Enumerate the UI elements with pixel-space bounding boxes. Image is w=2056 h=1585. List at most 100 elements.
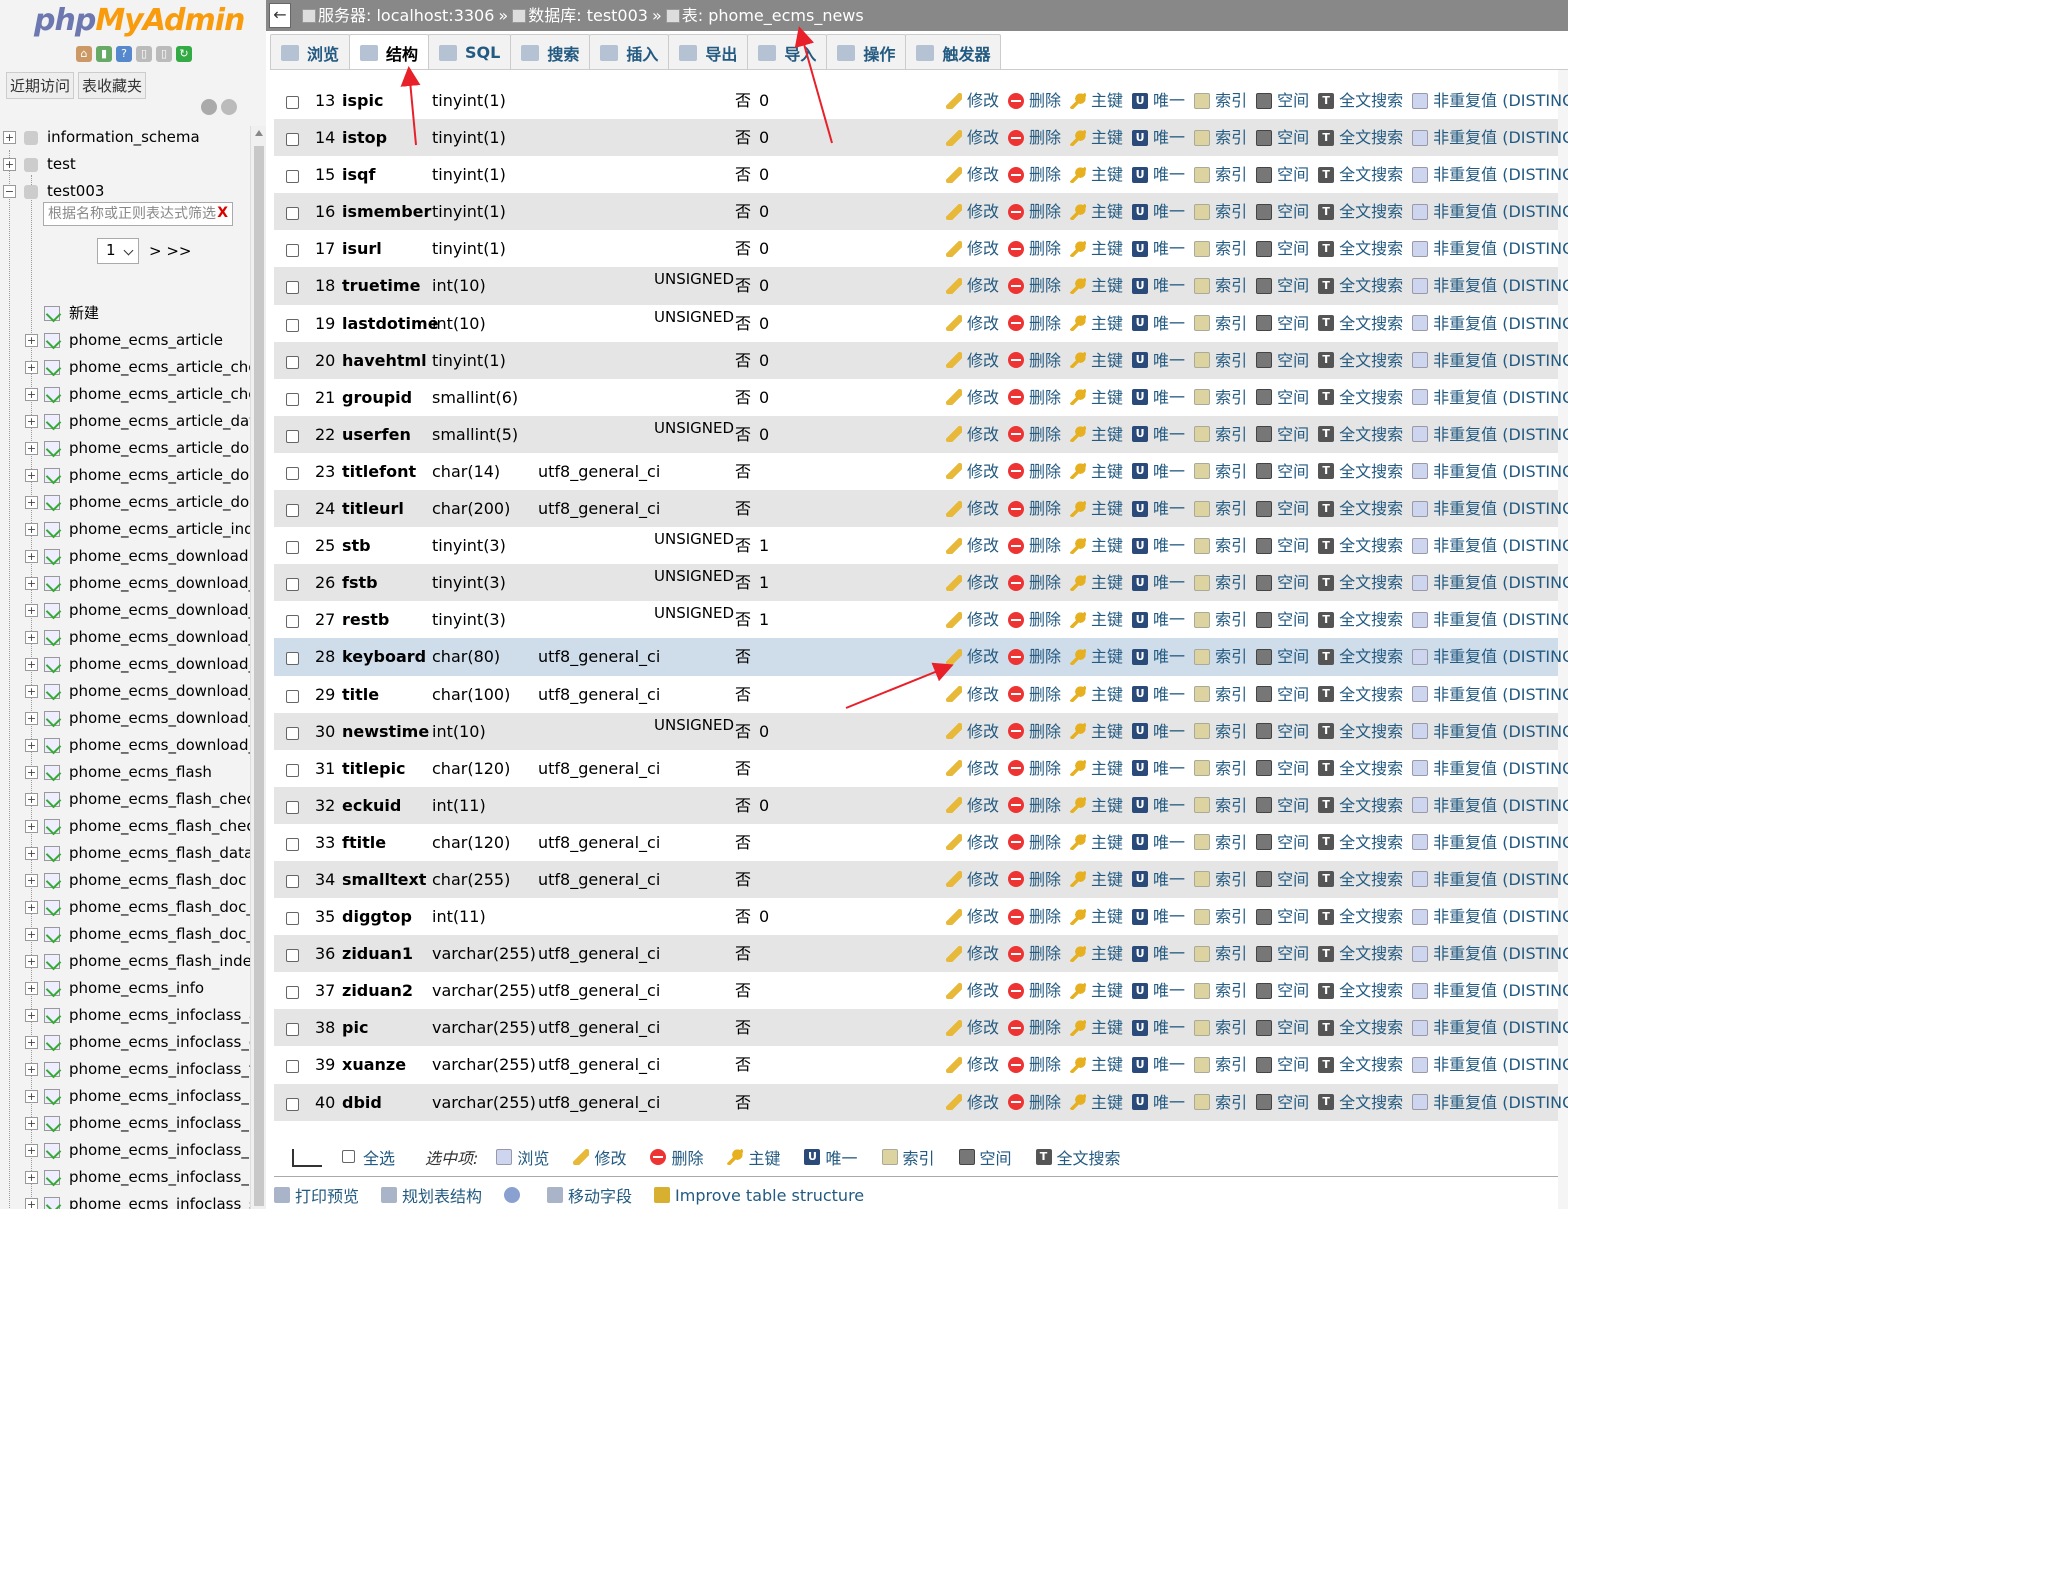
spatial-action[interactable]: 空间 [1256, 267, 1309, 304]
drop-action[interactable]: 删除 [1008, 824, 1061, 861]
propose-structure-link[interactable]: 规划表结构 [381, 1183, 482, 1207]
sidebar-table-name[interactable]: phome_ecms_flash_doc_i [69, 921, 250, 948]
distinct-action[interactable]: 非重复值 (DISTINCT) [1412, 898, 1568, 935]
edit-action[interactable]: 修改 [946, 119, 999, 156]
row-checkbox[interactable] [286, 986, 299, 1000]
row-checkbox[interactable] [286, 874, 299, 888]
distinct-action[interactable]: 非重复值 (DISTINCT) [1412, 527, 1568, 564]
unique-action[interactable]: U 唯一 [1132, 193, 1185, 230]
table-icon[interactable] [44, 576, 60, 591]
edit-action[interactable]: 修改 [946, 193, 999, 230]
settings-icon[interactable]: ▯ [156, 46, 172, 62]
sidebar-table-name[interactable]: phome_ecms_flash_doc_ [69, 894, 250, 921]
bulk-browse[interactable]: 浏览 [496, 1145, 549, 1169]
expand-icon[interactable]: + [25, 685, 38, 698]
unique-action[interactable]: U 唯一 [1132, 342, 1185, 379]
new-table-node[interactable]: 新建 [0, 300, 250, 327]
table-icon[interactable] [44, 711, 60, 726]
table-icon[interactable] [44, 927, 60, 942]
edit-action[interactable]: 修改 [946, 82, 999, 119]
primary-action[interactable]: 主键 [1070, 824, 1123, 861]
drop-action[interactable]: 删除 [1008, 638, 1061, 675]
fulltext-action[interactable]: T 全文搜索 [1318, 453, 1403, 490]
row-checkbox[interactable] [286, 207, 299, 221]
table-filter-input[interactable]: 根据名称或正则表达式筛选 X [43, 202, 233, 226]
sidebar-table-node[interactable]: + phome_ecms_download_ [0, 705, 250, 732]
sidebar-table-name[interactable]: phome_ecms_infoclass_ir [69, 1083, 250, 1110]
sidebar-table-name[interactable]: phome_ecms_infoclass_n [69, 1110, 250, 1137]
index-action[interactable]: 索引 [1194, 713, 1247, 750]
spatial-action[interactable]: 空间 [1256, 935, 1309, 972]
drop-action[interactable]: 删除 [1008, 156, 1061, 193]
expand-icon[interactable]: + [25, 1063, 38, 1076]
sidebar-table-name[interactable]: phome_ecms_infoclass_a [69, 1002, 250, 1029]
drop-action[interactable]: 删除 [1008, 267, 1061, 304]
sidebar-table-node[interactable]: + phome_ecms_flash [0, 759, 250, 786]
spatial-action[interactable]: 空间 [1256, 861, 1309, 898]
index-action[interactable]: 索引 [1194, 119, 1247, 156]
table-icon[interactable] [44, 603, 60, 618]
expand-icon[interactable]: + [25, 1036, 38, 1049]
fulltext-action[interactable]: T 全文搜索 [1318, 601, 1403, 638]
tab-sql[interactable]: SQL [428, 34, 512, 70]
fulltext-action[interactable]: T 全文搜索 [1318, 713, 1403, 750]
row-checkbox[interactable] [286, 800, 299, 814]
row-checkbox[interactable] [286, 504, 299, 518]
sidebar-table-node[interactable]: + phome_ecms_download_ [0, 624, 250, 651]
row-checkbox[interactable] [286, 689, 299, 703]
primary-action[interactable]: 主键 [1070, 935, 1123, 972]
bulk-fulltext[interactable]: T 全文搜索 [1035, 1145, 1121, 1169]
unique-action[interactable]: U 唯一 [1132, 527, 1185, 564]
expand-icon[interactable]: + [25, 1009, 38, 1022]
sidebar-table-name[interactable]: phome_ecms_flash_data_ [69, 840, 250, 867]
unique-action[interactable]: U 唯一 [1132, 305, 1185, 342]
expand-icon[interactable]: + [25, 604, 38, 617]
sidebar-table-name[interactable]: phome_ecms_info [69, 975, 204, 1002]
sidebar-table-name[interactable]: phome_ecms_download_ [69, 678, 250, 705]
unique-action[interactable]: U 唯一 [1132, 490, 1185, 527]
table-icon[interactable] [44, 414, 60, 429]
spatial-action[interactable]: 空间 [1256, 638, 1309, 675]
exit-icon[interactable]: ▮ [96, 46, 112, 62]
distinct-action[interactable]: 非重复值 (DISTINCT) [1412, 750, 1568, 787]
sidebar-table-name[interactable]: phome_ecms_infoclass_p [69, 1164, 250, 1191]
distinct-action[interactable]: 非重复值 (DISTINCT) [1412, 453, 1568, 490]
index-action[interactable]: 索引 [1194, 490, 1247, 527]
expand-icon[interactable]: + [25, 1117, 38, 1130]
expand-icon[interactable]: + [25, 1090, 38, 1103]
primary-action[interactable]: 主键 [1070, 305, 1123, 342]
expand-icon[interactable]: + [25, 712, 38, 725]
index-action[interactable]: 索引 [1194, 156, 1247, 193]
expand-icon[interactable]: + [25, 793, 38, 806]
sidebar-table-name[interactable]: phome_ecms_article_che [69, 381, 250, 408]
bulk-index[interactable]: 索引 [881, 1145, 935, 1169]
select-all-label[interactable]: 全选 [363, 1145, 395, 1169]
primary-action[interactable]: 主键 [1070, 601, 1123, 638]
spatial-action[interactable]: 空间 [1256, 342, 1309, 379]
expand-icon[interactable]: + [25, 523, 38, 536]
sidebar-table-node[interactable]: + phome_ecms_infoclass_ir [0, 1083, 250, 1110]
sidebar-table-node[interactable]: + phome_ecms_flash_checl [0, 786, 250, 813]
expand-icon[interactable]: + [25, 1144, 38, 1157]
sidebar-table-node[interactable]: + phome_ecms_info [0, 975, 250, 1002]
expand-icon[interactable]: + [25, 874, 38, 887]
sidebar-table-node[interactable]: + phome_ecms_flash_doc [0, 867, 250, 894]
sidebar-table-node[interactable]: + phome_ecms_article_doc [0, 462, 250, 489]
index-action[interactable]: 索引 [1194, 676, 1247, 713]
edit-action[interactable]: 修改 [946, 972, 999, 1009]
row-checkbox[interactable] [286, 652, 299, 666]
tab-triggers[interactable]: 触发器 [905, 34, 1002, 70]
expand-icon[interactable]: + [25, 361, 38, 374]
sidebar-table-node[interactable]: + phome_ecms_infoclass_fl [0, 1056, 250, 1083]
unique-action[interactable]: U 唯一 [1132, 230, 1185, 267]
primary-action[interactable]: 主键 [1070, 638, 1123, 675]
fulltext-action[interactable]: T 全文搜索 [1318, 267, 1403, 304]
fulltext-action[interactable]: T 全文搜索 [1318, 82, 1403, 119]
sidebar-table-node[interactable]: + phome_ecms_article_doc [0, 489, 250, 516]
primary-action[interactable]: 主键 [1070, 230, 1123, 267]
drop-action[interactable]: 删除 [1008, 1009, 1061, 1046]
row-checkbox[interactable] [286, 1097, 299, 1111]
unique-action[interactable]: U 唯一 [1132, 750, 1185, 787]
table-icon[interactable] [44, 1197, 60, 1209]
sidebar-table-node[interactable]: + phome_ecms_infoclass_a [0, 1002, 250, 1029]
